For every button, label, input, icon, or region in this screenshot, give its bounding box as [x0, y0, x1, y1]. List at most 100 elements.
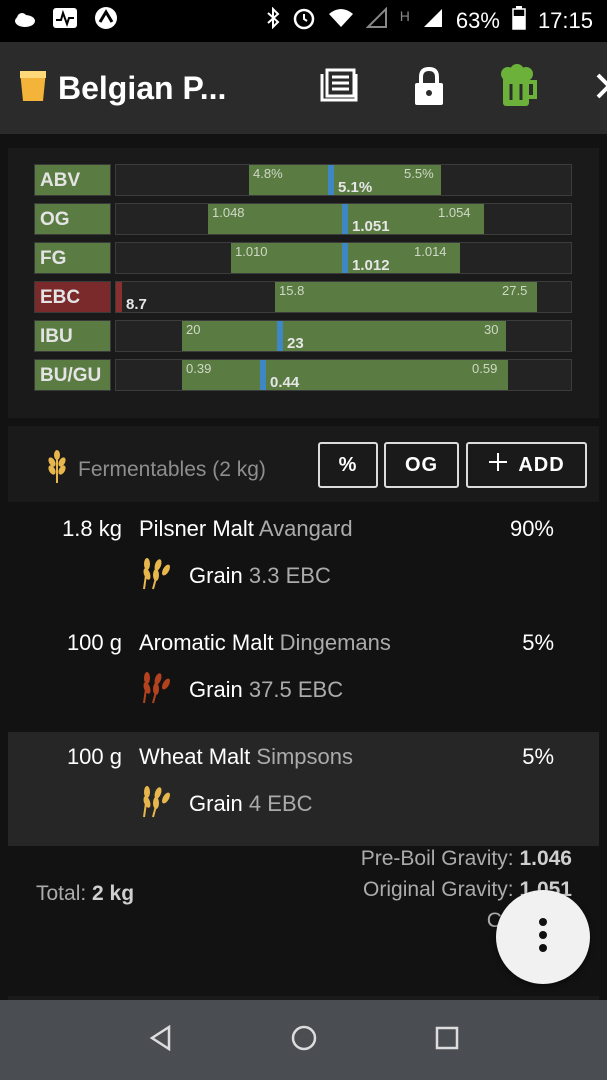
stat-row-fg: FG 1.010 1.014 1.012 [34, 242, 572, 274]
page-title: Belgian P... [58, 69, 227, 106]
notes-icon [318, 68, 360, 109]
more-vertical-icon [538, 917, 548, 957]
value-marker [342, 204, 348, 234]
item-name: Pilsner Malt [139, 516, 254, 541]
back-icon [149, 1024, 170, 1051]
more-options-fab[interactable] [496, 890, 590, 984]
wifi-icon [328, 8, 354, 34]
stat-row-abv: ABV 4.8% 5.5% 5.1% [34, 164, 572, 196]
range-min: 1.010 [235, 244, 268, 259]
item-details: Grain 37.5 EBC [139, 670, 343, 710]
brew-button[interactable] [474, 63, 564, 113]
recents-icon [435, 1026, 458, 1049]
add-fermentable-button[interactable]: ADD [466, 442, 587, 488]
total-weight: Total: 2 kg [36, 882, 134, 906]
stat-bar: 15.8 27.5 8.7 [115, 281, 572, 313]
value-marker [260, 360, 266, 390]
pre-boil-label: Pre-Boil Gravity: [360, 847, 514, 870]
range-max: 30 [484, 322, 499, 337]
item-color: 4 EBC [248, 791, 313, 816]
home-icon [291, 1025, 316, 1050]
range-min: 4.8% [253, 166, 283, 181]
item-type: Grain [189, 677, 243, 702]
fermentable-item[interactable]: 1.8 kg Pilsner Malt Avangard 90% Grain 3… [8, 504, 599, 618]
item-details: Grain 3.3 EBC [139, 556, 331, 596]
stat-label: EBC [34, 281, 111, 313]
range-min: 20 [186, 322, 201, 337]
recipe-content[interactable]: ABV 4.8% 5.5% 5.1% OG 1.048 1.054 1.051 … [0, 134, 607, 1000]
range-max: 0.59 [472, 361, 498, 376]
fermentable-item[interactable]: 100 g Wheat Malt Simpsons 5% Grain 4 EBC [8, 732, 599, 846]
grain-icon [139, 784, 173, 824]
item-color: 37.5 EBC [248, 677, 344, 702]
network-type-label: H [399, 8, 410, 24]
stat-bar: 1.048 1.054 1.051 [115, 203, 572, 235]
item-supplier: Simpsons [256, 744, 353, 769]
pre-boil-gravity: Pre-Boil Gravity: 1.046 [361, 847, 572, 871]
pre-boil-value: 1.046 [519, 847, 572, 870]
item-name-line: Wheat Malt Simpsons [139, 744, 353, 770]
system-nav-bar [0, 1000, 607, 1080]
close-button[interactable] [564, 72, 607, 105]
stat-value: 23 [287, 335, 304, 352]
value-marker [342, 243, 348, 273]
beer-glass-icon [18, 69, 48, 108]
value-marker [328, 165, 334, 195]
notes-button[interactable] [294, 68, 384, 109]
stat-bar: 0.39 0.59 0.44 [115, 359, 572, 391]
stat-value: 8.7 [126, 296, 147, 313]
item-name-line: Aromatic Malt Dingemans [139, 630, 391, 656]
fermentable-item[interactable]: 100 g Aromatic Malt Dingemans 5% Grain 3… [8, 618, 599, 732]
stat-row-og: OG 1.048 1.054 1.051 [34, 203, 572, 235]
stat-label: IBU [34, 320, 111, 352]
stat-row-ibu: IBU 20 30 23 [34, 320, 572, 352]
sync-icon [94, 6, 118, 36]
stat-value: 1.012 [352, 257, 390, 274]
cloud-icon [14, 8, 36, 34]
grain-icon [139, 670, 173, 710]
item-percent: 5% [522, 630, 554, 655]
item-percent: 90% [509, 516, 554, 541]
style-range [182, 360, 508, 390]
wheat-icon [46, 450, 68, 490]
range-min: 0.39 [186, 361, 212, 376]
range-max: 1.054 [438, 205, 471, 220]
style-stats-panel: ABV 4.8% 5.5% 5.1% OG 1.048 1.054 1.051 … [8, 148, 599, 418]
stat-bar: 4.8% 5.5% 5.1% [115, 164, 572, 196]
back-button[interactable] [149, 1024, 173, 1056]
home-button[interactable] [290, 1024, 318, 1057]
item-type: Grain [189, 563, 243, 588]
add-label: ADD [518, 453, 565, 476]
item-color: 3.3 EBC [248, 563, 331, 588]
stat-row-ebc: EBC 15.8 27.5 8.7 [34, 281, 572, 313]
range-max: 1.014 [414, 244, 447, 259]
bluetooth-icon [266, 6, 280, 35]
signal-icon [422, 7, 444, 35]
item-name-line: Pilsner Malt Avangard [139, 516, 353, 542]
percent-button[interactable]: % [318, 442, 378, 488]
plus-icon [488, 452, 508, 478]
signal-empty-icon [365, 6, 388, 35]
item-type-line: Grain 4 EBC [189, 791, 313, 817]
stat-bar: 1.010 1.014 1.012 [115, 242, 572, 274]
style-range [182, 321, 506, 351]
stat-label: ABV [34, 164, 111, 196]
recents-button[interactable] [435, 1026, 459, 1055]
stat-label: FG [34, 242, 111, 274]
fermentables-header: Fermentables (2 kg) % OG ADD [8, 426, 599, 502]
lock-button[interactable] [384, 66, 474, 111]
item-quantity: 1.8 kg [62, 516, 122, 541]
item-percent: 5% [522, 744, 554, 769]
item-supplier: Dingemans [279, 630, 391, 655]
value-marker [116, 282, 122, 312]
fermentables-title: Fermentables (2 kg) [46, 450, 266, 490]
battery-icon [512, 6, 526, 36]
item-quantity: 100 g [66, 630, 122, 655]
range-min: 1.048 [212, 205, 245, 220]
clock: 17:15 [537, 8, 593, 33]
item-supplier: Avangard [258, 516, 353, 541]
alarm-icon [292, 6, 316, 36]
og-button[interactable]: OG [384, 442, 459, 488]
item-type-line: Grain 3.3 EBC [189, 563, 331, 589]
stat-value: 0.44 [270, 374, 300, 391]
